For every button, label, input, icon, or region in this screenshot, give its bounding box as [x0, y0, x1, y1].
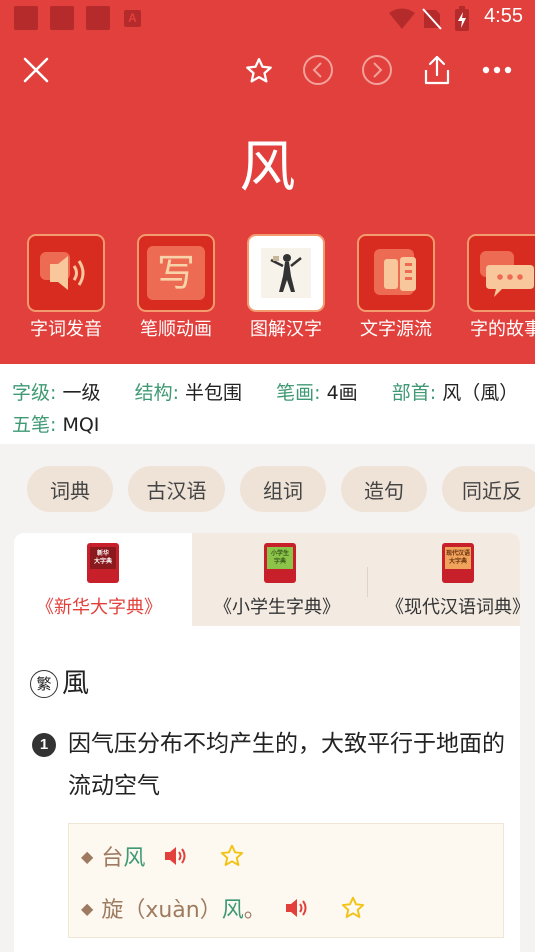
character-title: 风 — [239, 135, 296, 200]
pill-sentences[interactable]: 造句 — [341, 466, 427, 512]
book-cover-icon: 新华 大字典 — [87, 543, 119, 583]
diamond-icon: ◆ — [81, 898, 94, 918]
feature-label: 字的故事 — [470, 319, 535, 340]
tab-modern-chinese[interactable]: 现代汉语 大字典 《现代汉语词典》 — [368, 533, 520, 626]
traditional-mark: 繁 — [30, 670, 58, 698]
app-badge-icon: A — [124, 10, 141, 27]
traditional-form: 繁風 — [30, 661, 89, 700]
share-icon[interactable] — [419, 52, 455, 88]
tab-label: 《现代汉语词典》 — [386, 597, 520, 618]
examples-box: ◆ 台风 ◆ 旋（xuàn）风。 — [68, 823, 504, 938]
example-item: ◆ 旋（xuàn）风。 — [81, 892, 366, 924]
dictionary-tabs: 新华 大字典 《新华大字典》 小学生 字典 《小学生字典》 现代汉语 大字典 《… — [14, 533, 520, 626]
star-outline-icon[interactable] — [242, 54, 276, 88]
chat-bubble-icon — [467, 234, 535, 312]
notification-icon — [86, 6, 110, 30]
feature-stroke-order[interactable]: 写 笔顺动画 — [128, 234, 224, 341]
chevron-right-circle-icon[interactable] — [360, 53, 394, 87]
definition-text: 因气压分布不均产生的，大致平行于地面的流动空气 — [68, 731, 505, 799]
status-bar: A 4:55 — [0, 0, 535, 36]
pill-dictionary[interactable]: 词典 — [27, 466, 113, 512]
notification-icon — [14, 6, 38, 30]
speaker-icon[interactable] — [163, 845, 189, 867]
clock: 4:55 — [484, 5, 523, 27]
feature-illustration[interactable]: 图解汉字 — [238, 234, 334, 341]
write-icon: 写 — [137, 234, 215, 312]
character-info: 字级: 一级 结构: 半包围 笔画: 4画 部首: 风（風） 五笔: MQI — [0, 364, 535, 444]
feature-label: 笔顺动画 — [140, 319, 212, 340]
pill-synonyms-antonyms[interactable]: 同近反 — [442, 466, 535, 512]
picture-icon — [247, 234, 325, 312]
close-icon[interactable] — [20, 54, 52, 86]
header: A 4:55 风 字词发音 写 笔顺动画 图解汉字 文字源流 字的故事 — [0, 0, 535, 364]
pill-word-formation[interactable]: 组词 — [240, 466, 326, 512]
battery-charging-icon — [454, 6, 470, 36]
feature-pronunciation[interactable]: 字词发音 — [18, 234, 114, 341]
chevron-left-circle-icon[interactable] — [301, 53, 335, 87]
book-cover-icon: 小学生 字典 — [264, 543, 296, 583]
diamond-icon: ◆ — [81, 846, 94, 866]
tab-xinhua[interactable]: 新华 大字典 《新华大字典》 — [14, 533, 192, 626]
star-outline-icon[interactable] — [219, 843, 245, 869]
pill-classical-chinese[interactable]: 古汉语 — [128, 466, 225, 512]
notification-icon — [50, 6, 74, 30]
feature-origin[interactable]: 文字源流 — [348, 234, 444, 341]
definition-card: 新华 大字典 《新华大字典》 小学生 字典 《小学生字典》 现代汉语 大字典 《… — [14, 533, 520, 952]
traditional-character: 風 — [62, 668, 89, 699]
tab-label: 《小学生字典》 — [214, 597, 340, 618]
more-dots-icon[interactable] — [480, 58, 514, 82]
speaker-icon[interactable] — [284, 897, 310, 919]
star-outline-icon[interactable] — [340, 895, 366, 921]
feature-label: 图解汉字 — [250, 319, 322, 340]
tab-primary-school[interactable]: 小学生 字典 《小学生字典》 — [192, 533, 368, 626]
book-cover-icon: 现代汉语 大字典 — [442, 543, 474, 583]
example-item: ◆ 台风 — [81, 840, 245, 872]
info-row-1: 字级: 一级 结构: 半包围 笔画: 4画 部首: 风（風） — [12, 382, 519, 404]
speaker-icon — [27, 234, 105, 312]
no-sim-icon — [422, 8, 442, 34]
info-row-2: 五笔: MQI — [12, 414, 100, 436]
feature-label: 字词发音 — [30, 319, 102, 340]
wifi-icon — [388, 8, 416, 34]
feature-label: 文字源流 — [360, 319, 432, 340]
tab-label: 《新华大字典》 — [36, 597, 162, 618]
definition-number: 1 — [32, 733, 56, 757]
feature-story[interactable]: 字的故事 — [458, 234, 535, 341]
book-icon — [357, 234, 435, 312]
